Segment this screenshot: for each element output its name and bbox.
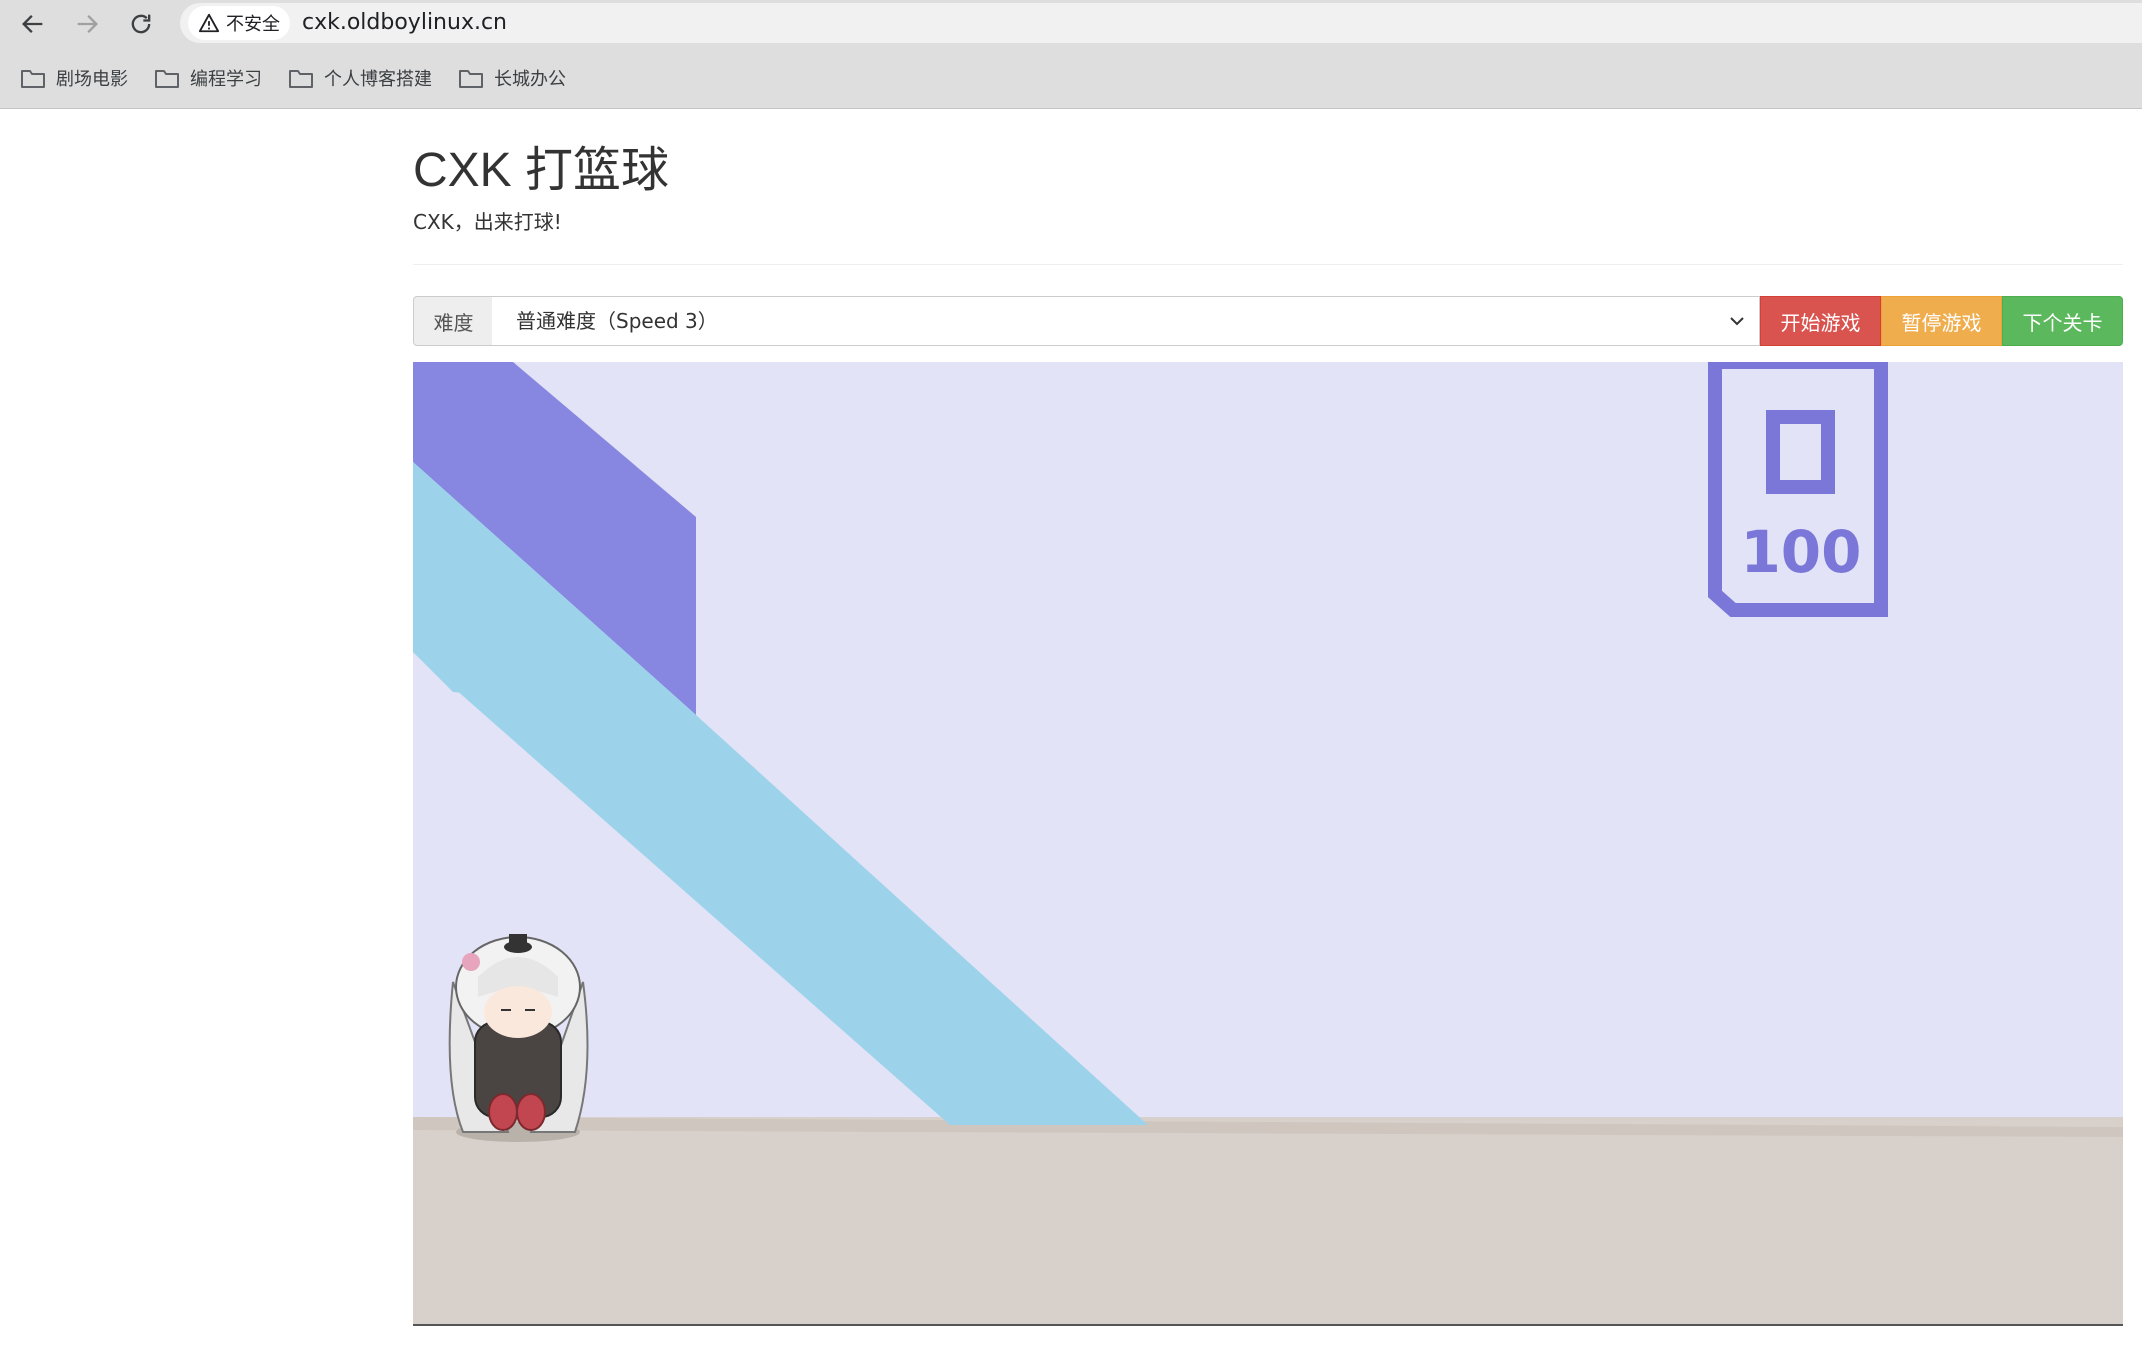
reload-icon (131, 14, 151, 33)
security-label: 不安全 (226, 14, 280, 35)
security-chip[interactable]: 不安全 (188, 6, 290, 40)
bookmark-label: 剧场电影 (56, 68, 128, 90)
pause-game-button[interactable]: 暂停游戏 (1881, 296, 2002, 346)
game-scene: 100 (413, 362, 2123, 1324)
folder-icon (21, 69, 45, 88)
bookmark-label: 编程学习 (190, 68, 262, 90)
chevron-down-icon (1730, 317, 1744, 326)
reload-button[interactable] (114, 0, 168, 47)
player-character (448, 934, 589, 1142)
bookmark-item[interactable]: 个人博客搭建 (288, 65, 432, 91)
start-game-button[interactable]: 开始游戏 (1760, 296, 1881, 346)
game-canvas[interactable]: 100 (413, 362, 2123, 1326)
next-level-button[interactable]: 下个关卡 (2002, 296, 2123, 346)
browser-toolbar: 不安全 cxk.oldboylinux.cn (0, 0, 2142, 47)
logo-text: 100 (1740, 518, 1861, 586)
warning-icon (198, 13, 220, 33)
difficulty-label: 难度 (413, 296, 494, 346)
folder-icon (289, 69, 313, 88)
floor (413, 1117, 2123, 1324)
bookmark-item[interactable]: 长城办公 (458, 65, 566, 91)
folder-icon (155, 69, 179, 88)
address-bar[interactable]: 不安全 cxk.oldboylinux.cn (180, 3, 2142, 43)
difficulty-select[interactable]: 普通难度（Speed 3） (492, 296, 1760, 346)
page-content: CXK 打篮球 CXK，出来打球! 难度 普通难度（Speed 3） 开始游戏 … (0, 110, 2142, 1348)
page-title: CXK 打篮球 (413, 144, 670, 197)
url-text[interactable]: cxk.oldboylinux.cn (302, 3, 507, 43)
bookmark-item[interactable]: 编程学习 (154, 65, 262, 91)
arrow-right-icon (77, 14, 98, 33)
folder-icon (459, 69, 483, 88)
forward-button[interactable] (60, 0, 114, 47)
bookmark-label: 个人博客搭建 (324, 68, 432, 90)
difficulty-value: 普通难度（Speed 3） (516, 309, 718, 333)
game-controls: 难度 普通难度（Speed 3） 开始游戏 暂停游戏 下个关卡 (413, 296, 2123, 346)
bookmark-label: 长城办公 (494, 68, 566, 90)
bookmarks-bar: 剧场电影 编程学习 个人博客搭建 长城办公 (0, 47, 2142, 109)
arrow-left-icon (22, 14, 43, 33)
header-divider (413, 264, 2123, 265)
back-button[interactable] (6, 0, 60, 47)
page-subtitle: CXK，出来打球! (413, 210, 562, 234)
bookmark-item[interactable]: 剧场电影 (20, 65, 128, 91)
